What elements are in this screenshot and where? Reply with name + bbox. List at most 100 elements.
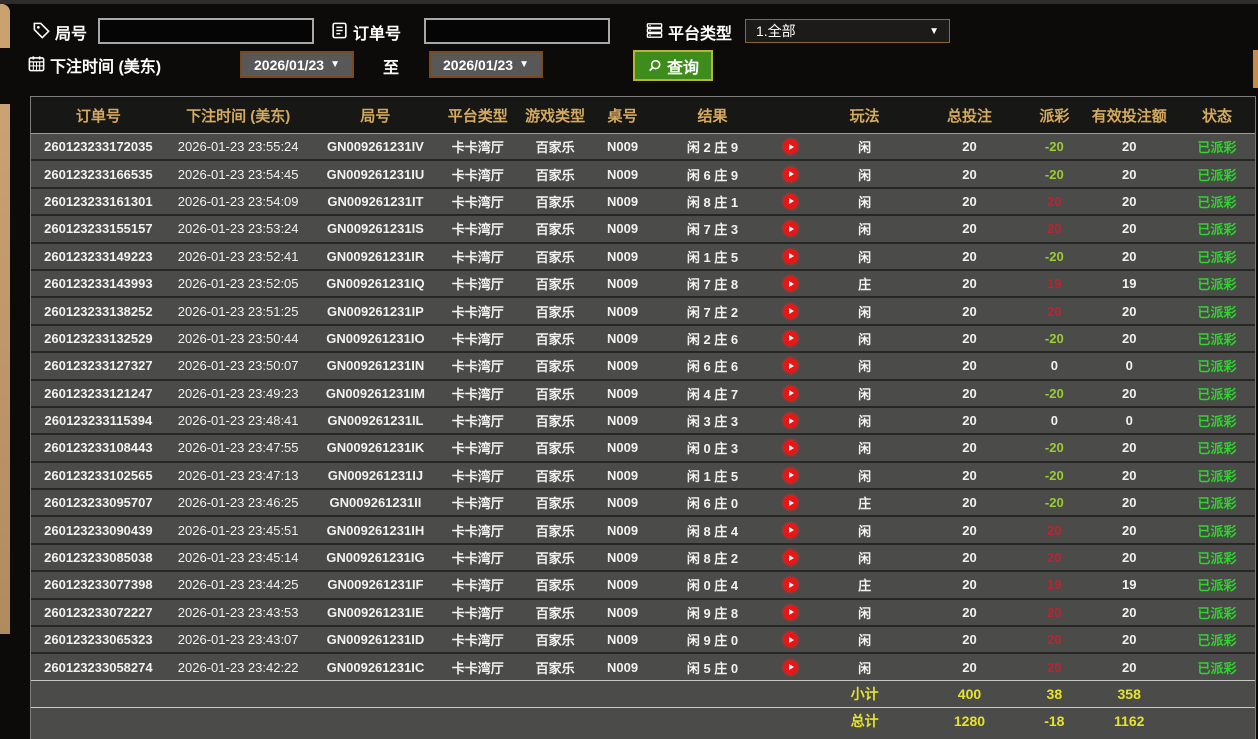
cell-status: 已派彩 <box>1197 359 1237 375</box>
round-input[interactable] <box>100 20 312 42</box>
cell-total-bet: 20 <box>962 166 977 182</box>
cell-table-no: N009 <box>606 248 639 264</box>
total-row-label: 总计 <box>850 712 879 729</box>
cell-platform: 卡卡湾厅 <box>451 140 504 156</box>
subtotal-row-valid-bet: 358 <box>1117 685 1141 702</box>
play-video-icon[interactable] <box>782 139 798 155</box>
cell-round-no: GN009261231IJ <box>327 467 424 483</box>
play-video-icon[interactable] <box>782 358 798 374</box>
cell-round-no: GN009261231IF <box>327 577 424 593</box>
cell-game-type: 百家乐 <box>535 441 575 457</box>
play-video-icon[interactable] <box>782 604 798 620</box>
cell-result: 闲 6 庄 6 <box>650 356 820 375</box>
result-text: 闲 2 庄 6 <box>686 331 739 347</box>
table-row: 260123233143993 2026-01-23 23:52:05 GN0092… <box>31 268 1255 297</box>
cell-bet-time: 2026-01-23 23:47:13 <box>177 467 299 483</box>
cell-order-no: 260123233132529 <box>44 330 153 346</box>
play-video-icon[interactable] <box>782 385 798 401</box>
search-button[interactable]: 查询 <box>633 50 713 81</box>
play-video-icon[interactable] <box>782 248 798 264</box>
cell-payout: -20 <box>1044 139 1064 155</box>
cell-payout: -20 <box>1044 440 1064 456</box>
table-row: 260123233121247 2026-01-23 23:49:23 GN0092… <box>31 378 1255 406</box>
cell-payout: 20 <box>1047 550 1062 566</box>
cell-payout: -20 <box>1044 467 1064 483</box>
cell-payout: 0 <box>1050 358 1058 374</box>
cell-platform: 卡卡湾厅 <box>451 523 504 539</box>
cell-table-no: N009 <box>606 358 639 374</box>
play-video-icon[interactable] <box>782 440 798 456</box>
cell-play-type: 闲 <box>858 441 872 457</box>
cell-valid-bet: 0 <box>1125 358 1133 374</box>
table-row: 260123233166535 2026-01-23 23:54:45 GN0092… <box>31 159 1255 187</box>
play-video-icon[interactable] <box>782 495 798 511</box>
cell-round-no: GN009261231ID <box>326 632 425 648</box>
cell-order-no: 260123233161301 <box>44 193 153 209</box>
play-video-icon[interactable] <box>782 276 798 292</box>
cell-payout: 19 <box>1047 577 1062 593</box>
cell-round-no: GN009261231IN <box>326 358 425 374</box>
play-video-icon[interactable] <box>782 522 798 538</box>
cell-table-no: N009 <box>606 303 639 319</box>
cell-valid-bet: 20 <box>1121 330 1137 346</box>
date-from-picker[interactable]: 2026/01/23 ▼ <box>240 51 354 78</box>
play-video-icon[interactable] <box>782 659 798 675</box>
result-text: 闲 0 庄 3 <box>686 441 739 457</box>
column-header: 游戏类型 <box>525 107 586 125</box>
cell-valid-bet: 20 <box>1121 248 1137 264</box>
cell-status: 已派彩 <box>1197 386 1237 402</box>
cell-total-bet: 20 <box>962 522 977 538</box>
cell-game-type: 百家乐 <box>535 551 575 567</box>
cell-play-type: 庄 <box>858 277 872 293</box>
column-header: 结果 <box>697 107 728 125</box>
platform-select[interactable]: 1.全部 ▼ <box>745 19 950 43</box>
cell-round-no: GN009261231IT <box>327 193 424 209</box>
cell-bet-time: 2026-01-23 23:55:24 <box>177 139 299 155</box>
cell-payout: 19 <box>1047 276 1062 292</box>
play-video-icon[interactable] <box>782 193 798 209</box>
play-video-icon[interactable] <box>782 632 798 648</box>
cell-valid-bet: 20 <box>1121 467 1137 483</box>
cell-result: 闲 8 庄 4 <box>650 521 820 540</box>
bet-time-label: 下注时间 (美东) <box>50 59 162 76</box>
cell-bet-time: 2026-01-23 23:43:07 <box>177 632 299 648</box>
date-to-picker[interactable]: 2026/01/23 ▼ <box>429 51 543 78</box>
cell-status: 已派彩 <box>1197 140 1237 156</box>
play-video-icon[interactable] <box>782 413 798 429</box>
play-video-icon[interactable] <box>782 166 798 182</box>
cell-total-bet: 20 <box>962 303 977 319</box>
cell-status: 已派彩 <box>1197 331 1237 347</box>
cell-total-bet: 20 <box>962 385 977 401</box>
cell-game-type: 百家乐 <box>535 331 575 347</box>
cell-order-no: 260123233127327 <box>44 358 153 374</box>
cell-game-type: 百家乐 <box>535 578 575 594</box>
cell-platform: 卡卡湾厅 <box>451 386 504 402</box>
cell-play-type: 闲 <box>858 551 872 567</box>
cell-result: 闲 7 庄 2 <box>650 302 820 321</box>
result-text: 闲 1 庄 5 <box>686 468 739 484</box>
table-row: 260123233127327 2026-01-23 23:50:07 GN0092… <box>31 351 1255 379</box>
cell-platform: 卡卡湾厅 <box>451 441 504 457</box>
cell-order-no: 260123233108443 <box>44 440 153 456</box>
cell-play-type: 闲 <box>858 359 872 375</box>
cell-payout: 20 <box>1047 303 1062 319</box>
play-video-icon[interactable] <box>782 550 798 566</box>
table-row: 260123233138252 2026-01-23 23:51:25 GN0092… <box>31 296 1255 324</box>
cell-order-no: 260123233115394 <box>44 413 153 429</box>
order-label: 订单号 <box>353 26 402 43</box>
cell-status: 已派彩 <box>1197 222 1237 238</box>
cell-status: 已派彩 <box>1197 194 1237 210</box>
play-video-icon[interactable] <box>782 303 798 319</box>
table-header-row: 订单号 下注时间 (美东) 局号 平台类型 游戏类型 桌号 结果 玩法 总投注 派彩 有效投注额 状态 <box>31 97 1255 134</box>
play-video-icon[interactable] <box>782 221 798 237</box>
play-video-icon[interactable] <box>782 577 798 593</box>
cell-game-type: 百家乐 <box>535 359 575 375</box>
play-video-icon[interactable] <box>782 467 798 483</box>
order-input[interactable] <box>426 20 608 42</box>
cell-game-type: 百家乐 <box>535 496 575 512</box>
play-video-icon[interactable] <box>782 330 798 346</box>
column-header: 订单号 <box>75 107 121 125</box>
cell-platform: 卡卡湾厅 <box>451 660 504 676</box>
table-row: 260123233155157 2026-01-23 23:53:24 GN0092… <box>31 214 1255 242</box>
cell-table-no: N009 <box>606 467 639 483</box>
